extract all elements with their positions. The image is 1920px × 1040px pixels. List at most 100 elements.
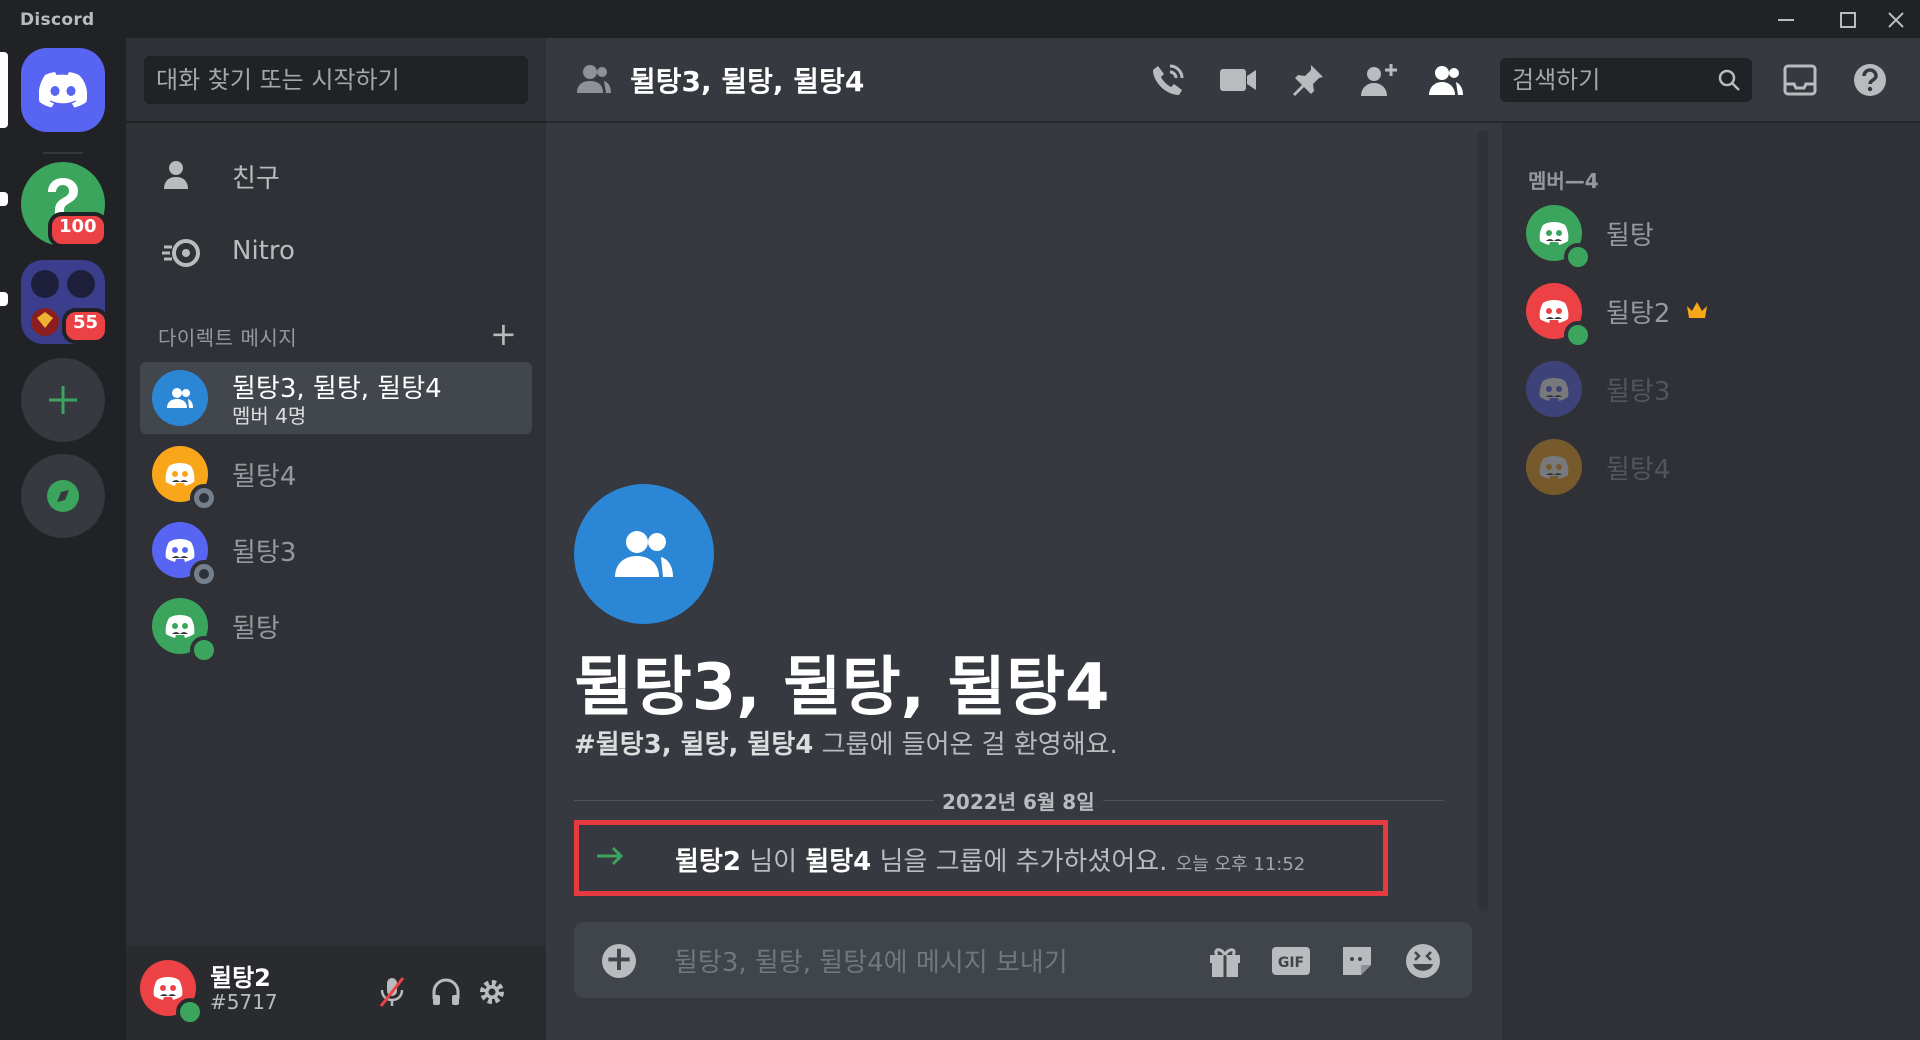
- active-server-pill: [0, 52, 8, 128]
- member-name: 뒬탕2: [1606, 299, 1671, 329]
- offline-status-icon: [190, 484, 218, 512]
- header-search-placeholder: 검색하기: [1512, 66, 1601, 94]
- member-item[interactable]: 뒬탕4: [1526, 435, 1906, 499]
- online-status-icon: [1564, 243, 1592, 271]
- nitro-icon: [162, 239, 200, 267]
- voice-call-button[interactable]: [1148, 60, 1188, 100]
- system-message-part: 님이: [740, 847, 806, 877]
- member-item[interactable]: 뒬탕3: [1526, 357, 1906, 421]
- add-server-button[interactable]: [21, 358, 105, 442]
- header-search-input[interactable]: 검색하기: [1500, 58, 1752, 102]
- dm-item[interactable]: 뒬탕3: [140, 514, 532, 588]
- inbox-button[interactable]: [1780, 60, 1820, 100]
- date-divider-label: 2022년 6월 8일: [934, 786, 1103, 815]
- inbox-icon: [1783, 64, 1817, 96]
- video-call-button[interactable]: [1218, 60, 1258, 100]
- system-message-part: 님을 그룹에 추가하셨어요.: [871, 847, 1168, 877]
- deafen-button[interactable]: [426, 972, 466, 1012]
- maximize-icon: [1840, 12, 1856, 28]
- minimize-button[interactable]: [1766, 4, 1806, 34]
- unread-pill: [0, 192, 8, 206]
- join-arrow-icon: [597, 846, 624, 866]
- online-status-icon: [1564, 321, 1592, 349]
- group-dm-icon: [577, 65, 611, 93]
- nav-friends-label: 친구: [232, 164, 280, 194]
- explore-servers-button[interactable]: [21, 454, 105, 538]
- add-member-icon: [1361, 64, 1397, 96]
- rail-separator: [43, 152, 83, 154]
- welcome-desc-suffix: 그룹에 들어온 걸 환영해요.: [813, 730, 1118, 760]
- offline-status-icon: [190, 560, 218, 588]
- system-message-actor[interactable]: 뒬탕2: [675, 847, 741, 877]
- group-avatar: [152, 370, 208, 426]
- message-input-placeholder[interactable]: 뒬탕3, 뒬탕, 뒬탕4에 메시지 보내기: [674, 942, 1068, 979]
- member-item[interactable]: 뒬탕: [1526, 201, 1906, 271]
- help-icon: [1854, 64, 1886, 96]
- server-badge: 100: [48, 212, 108, 248]
- welcome-description: #뒬탕3, 뒬탕, 뒬탕4 그룹에 들어온 걸 환영해요.: [574, 724, 1118, 761]
- plus-icon: [49, 386, 77, 414]
- discord-avatar-icon: [1539, 378, 1569, 401]
- create-dm-button[interactable]: +: [490, 318, 517, 350]
- welcome-hash: #: [574, 730, 596, 760]
- pinned-messages-button[interactable]: [1288, 60, 1328, 100]
- gif-button[interactable]: GIF: [1270, 940, 1312, 982]
- sticker-icon: [1343, 947, 1371, 975]
- avatar: [1526, 361, 1582, 417]
- dm-item-group[interactable]: 뒬탕3, 뒬탕, 뒬탕4 멤버 4명: [140, 362, 532, 434]
- add-friends-to-dm-button[interactable]: [1358, 60, 1398, 100]
- nav-nitro[interactable]: Nitro: [140, 220, 532, 286]
- online-status-icon: [190, 636, 218, 664]
- pin-icon: [1293, 65, 1323, 96]
- system-message-text: 뒬탕2 님이 뒬탕4 님을 그룹에 추가하셨어요. 오늘 오후 11:52: [675, 841, 1305, 878]
- maximize-button[interactable]: [1828, 4, 1868, 34]
- sticker-button[interactable]: [1336, 940, 1378, 982]
- user-tag: #5717: [210, 990, 278, 1014]
- title-bar: Discord: [0, 0, 1920, 38]
- members-icon: [1429, 66, 1463, 95]
- message-timestamp: 오늘 오후 11:52: [1175, 854, 1306, 875]
- chat-scrollbar[interactable]: [1478, 130, 1488, 912]
- compass-icon: [47, 480, 79, 512]
- discord-logo-icon: [39, 72, 87, 108]
- chat-area: 뒬탕3, 뒬탕, 뒬탕4 #뒬탕3, 뒬탕, 뒬탕4 그룹에 들어온 걸 환영해…: [546, 38, 1502, 1040]
- emoji-icon: [1406, 944, 1440, 978]
- dm-search-bar: 대화 찾기 또는 시작하기: [126, 38, 546, 123]
- svg-text:GIF: GIF: [1278, 955, 1304, 971]
- member-list: 멤버—4 뒬탕 뒬탕2 뒬탕3 뒬탕4: [1502, 123, 1920, 1040]
- avatar: [1526, 439, 1582, 495]
- app-brand: Discord: [20, 10, 95, 30]
- minimize-icon: [1778, 19, 1794, 21]
- close-button[interactable]: [1876, 4, 1916, 34]
- close-icon: [1888, 12, 1904, 28]
- member-list-toggle[interactable]: [1426, 60, 1466, 100]
- channel-header: 뒬탕3, 뒬탕, 뒬탕4 검색하기: [546, 38, 1920, 123]
- gift-button[interactable]: [1204, 940, 1246, 982]
- gif-icon: GIF: [1272, 947, 1310, 975]
- dm-sidebar: 대화 찾기 또는 시작하기 친구 Nitro 다이렉트 메시지 + 뒬탕3, 뒬…: [126, 38, 546, 1040]
- system-message-target[interactable]: 뒬탕4: [805, 847, 871, 877]
- user-settings-button[interactable]: [472, 972, 512, 1012]
- help-button[interactable]: [1850, 60, 1890, 100]
- dm-section-title: 다이렉트 메시지: [158, 326, 298, 350]
- emoji-button[interactable]: [1402, 940, 1444, 982]
- dm-item-name: 뒬탕3: [232, 538, 297, 568]
- dm-item[interactable]: 뒬탕4: [140, 438, 532, 512]
- mute-button[interactable]: [372, 972, 412, 1012]
- member-item[interactable]: 뒬탕2: [1526, 279, 1906, 349]
- server-rail: 100 55: [0, 38, 126, 1040]
- upload-button[interactable]: +: [602, 942, 636, 978]
- home-button[interactable]: [21, 48, 105, 132]
- crown-icon: [1687, 302, 1707, 318]
- online-status-icon: [176, 998, 204, 1026]
- phone-call-icon: [1153, 64, 1184, 95]
- dm-item-name: 뒬탕: [232, 614, 280, 644]
- mic-muted-icon: [379, 977, 405, 1007]
- dm-item[interactable]: 뒬탕: [140, 590, 532, 664]
- message-composer[interactable]: + 뒬탕3, 뒬탕, 뒬탕4에 메시지 보내기 GIF: [574, 922, 1472, 998]
- group-dm-avatar: [574, 484, 714, 624]
- group-icon: [167, 388, 193, 408]
- dm-search-input[interactable]: 대화 찾기 또는 시작하기: [144, 56, 528, 104]
- nav-friends[interactable]: 친구: [140, 142, 532, 208]
- server-badge: 55: [62, 308, 110, 344]
